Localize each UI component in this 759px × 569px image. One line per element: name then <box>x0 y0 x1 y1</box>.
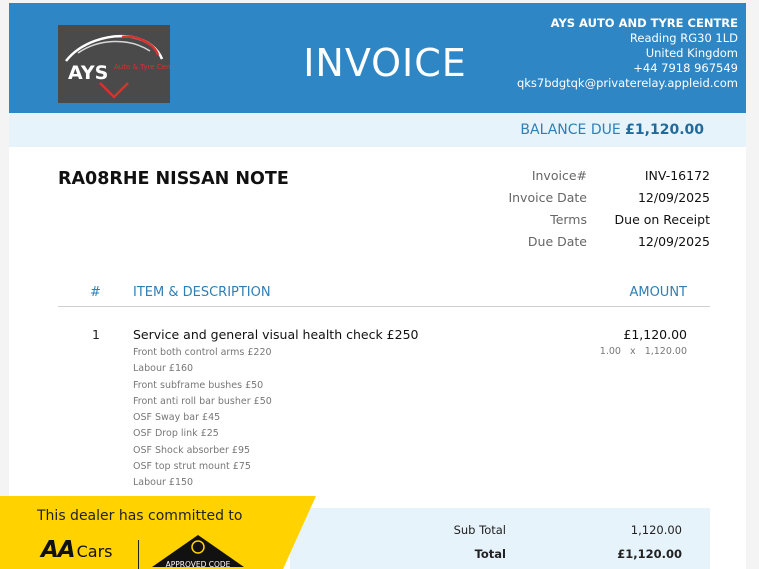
meta-label: Invoice# <box>531 168 587 183</box>
svg-text:Auto & Tyre Centre: Auto & Tyre Centre <box>114 63 170 71</box>
description-line: OSF Shock absorber £95 <box>133 444 251 456</box>
svg-text:APPROVED CODE: APPROVED CODE <box>166 560 231 569</box>
dealer-banner-text: This dealer has committed to <box>37 508 243 524</box>
row-item-title: Service and general visual health check … <box>133 327 419 342</box>
company-name: AYS AUTO AND TYRE CENTRE <box>550 16 738 30</box>
balance-due-bar: BALANCE DUE £1,120.00 <box>9 113 746 147</box>
company-address-line1: Reading RG30 1LD <box>629 31 738 45</box>
description-line: OSF Drop link £25 <box>133 428 219 440</box>
invoice-title: INVOICE <box>303 41 467 85</box>
company-phone: +44 7918 967549 <box>633 61 738 75</box>
company-logo: AYS Auto & Tyre Centre <box>58 25 170 103</box>
meta-row-due-date: Due Date 12/09/2025 <box>470 234 710 256</box>
subtotal-value: 1,120.00 <box>630 523 682 537</box>
meta-value: INV-16172 <box>644 168 710 183</box>
row-quantity-rate: 1.00 x 1,120.00 <box>599 346 687 357</box>
balance-due-amount: £1,120.00 <box>625 122 704 138</box>
aa-logo-text: AA <box>41 537 76 563</box>
description-line: OSF top strut mount £75 <box>133 461 251 473</box>
aa-logo-suffix: Cars <box>76 542 113 561</box>
vehicle-title: RA08RHE NISSAN NOTE <box>58 169 289 189</box>
column-header-number: # <box>90 285 101 300</box>
company-email: qks7bdgtqk@privaterelay.appleid.com <box>516 76 738 90</box>
approved-code-badge-icon: APPROVED CODE <box>152 535 244 569</box>
subtotal-label: Sub Total <box>453 523 506 537</box>
company-details: AYS AUTO AND TYRE CENTRE Reading RG30 1L… <box>508 16 738 91</box>
meta-row-invoice-number: Invoice# INV-16172 <box>470 168 710 190</box>
meta-row-terms: Terms Due on Receipt <box>470 212 710 234</box>
row-number: 1 <box>92 327 100 342</box>
balance-due-label: BALANCE DUE <box>520 122 621 138</box>
balance-due: BALANCE DUE £1,120.00 <box>520 122 704 138</box>
svg-text:AYS: AYS <box>68 62 108 84</box>
meta-label: Due Date <box>527 234 587 249</box>
description-line: OSF Sway bar £45 <box>133 412 221 424</box>
total-label: Total <box>474 547 506 561</box>
company-address-line2: United Kingdom <box>645 46 738 60</box>
car-logo-icon: AYS Auto & Tyre Centre <box>65 34 170 99</box>
description-line: Front subframe bushes £50 <box>133 379 264 391</box>
totals-panel: Sub Total 1,120.00 Total £1,120.00 <box>290 508 710 569</box>
description-line: Front both control arms £220 <box>133 347 272 358</box>
row-description: Front both control arms £220 Labour £160… <box>133 345 272 492</box>
description-line: Labour £160 <box>133 363 194 375</box>
meta-value: Due on Receipt <box>614 212 710 227</box>
invoice-meta: Invoice# INV-16172 Invoice Date 12/09/20… <box>470 168 710 256</box>
column-header-item: ITEM & DESCRIPTION <box>133 285 271 300</box>
column-header-amount: AMOUNT <box>629 285 687 300</box>
banner-divider <box>138 540 139 569</box>
meta-label: Terms <box>550 212 587 227</box>
row-amount: £1,120.00 <box>623 327 687 342</box>
aa-cars-logo: AA Cars <box>41 537 113 563</box>
meta-value: 12/09/2025 <box>637 190 710 205</box>
items-table-header: # ITEM & DESCRIPTION AMOUNT <box>58 285 710 307</box>
total-value: £1,120.00 <box>617 547 682 561</box>
meta-value: 12/09/2025 <box>637 234 710 249</box>
meta-label: Invoice Date <box>508 190 587 205</box>
meta-row-invoice-date: Invoice Date 12/09/2025 <box>470 190 710 212</box>
invoice-header: AYS Auto & Tyre Centre INVOICE AYS AUTO … <box>9 3 746 113</box>
description-line: Labour £150 <box>133 477 194 489</box>
description-line: Front anti roll bar busher £50 <box>133 395 272 407</box>
